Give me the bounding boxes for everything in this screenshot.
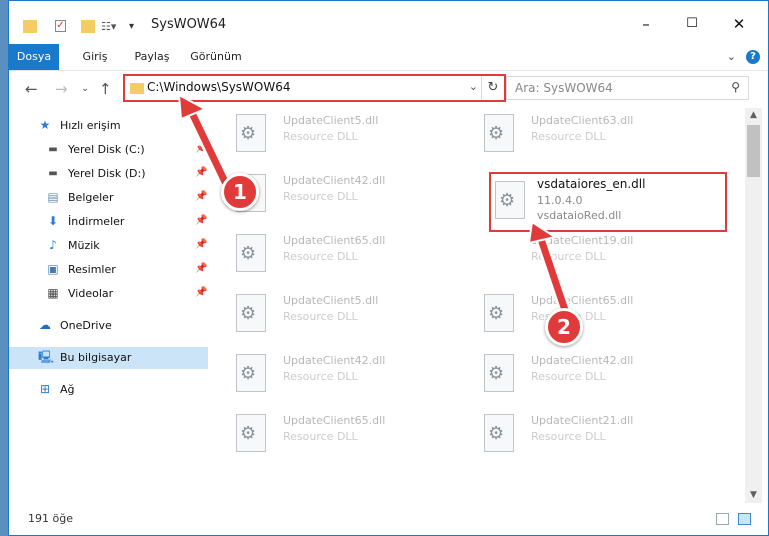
arrow-2: [527, 220, 572, 319]
step-badge-1: 1: [221, 173, 259, 211]
annotation-arrows: [177, 93, 572, 319]
explorer-window: ✓ ☷▾ ▾ SysWOW64 – ☐ ✕ Dosya Giriş Paylaş…: [8, 0, 769, 536]
arrow-1: [177, 93, 233, 192]
step-badge-2: 2: [545, 308, 583, 346]
